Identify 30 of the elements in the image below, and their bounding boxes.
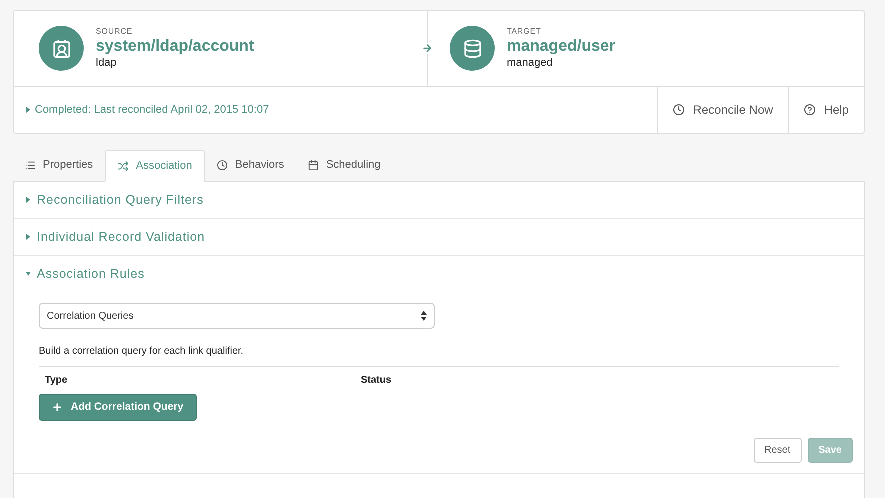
endpoint-type: ldap	[96, 57, 118, 70]
caption: SOURCE	[96, 27, 134, 37]
column-header: Type	[44, 374, 69, 388]
section-header[interactable]: Reconciliation Query Filters	[14, 182, 204, 218]
endpoint-type: managed	[507, 57, 554, 70]
action-button[interactable]: Reconcile Now	[657, 87, 788, 133]
endpoint-name: system/ldap/account	[96, 37, 254, 57]
list-icon	[25, 160, 36, 170]
section-header[interactable]: Individual Record Validation	[14, 219, 206, 255]
help-icon	[804, 104, 816, 116]
rule-select[interactable]: Correlation Queries	[39, 303, 435, 329]
hint-text: Build a correlation query for each link qualifier.	[39, 345, 245, 359]
section-header[interactable]: Association Rules	[14, 256, 145, 292]
caption: TARGET	[507, 27, 542, 37]
spinner-icon	[421, 311, 427, 321]
plus-icon	[52, 402, 63, 413]
add-query-button[interactable]: Add Correlation Query	[39, 394, 197, 421]
action-button[interactable]: Help	[788, 87, 864, 133]
clock-icon	[673, 104, 686, 116]
tab[interactable]: Scheduling	[296, 149, 393, 181]
tab[interactable]: Properties	[13, 149, 106, 181]
column-header: Status	[361, 374, 392, 388]
footer-button[interactable]: Reset	[754, 438, 802, 463]
tab[interactable]: Behaviors	[205, 149, 296, 181]
calendar-icon	[308, 160, 320, 170]
shuffle-icon	[118, 160, 130, 172]
endpoint-name: managed/user	[507, 37, 616, 57]
clock-icon	[217, 160, 228, 170]
tab[interactable]: Association	[105, 150, 206, 182]
status-toggle[interactable]: Completed: Last reconciled April 02, 2015 10:07	[14, 87, 658, 133]
